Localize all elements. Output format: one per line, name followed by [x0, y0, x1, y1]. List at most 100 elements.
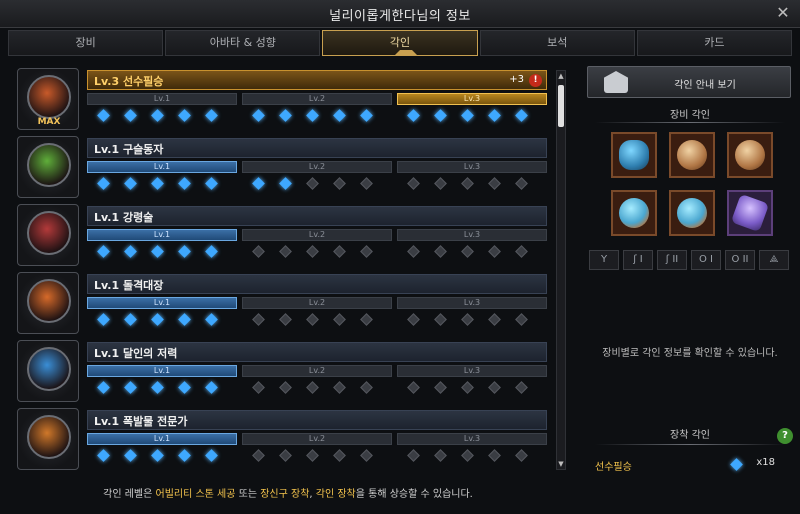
engraving-name-bar: Lv.1 강령술 [87, 206, 547, 226]
engraving-row[interactable]: Lv.1 돌격대장 Lv.1 Lv.2 Lv.3 [17, 272, 547, 334]
gem-icon [434, 313, 447, 326]
gem-icon [306, 245, 319, 258]
gem-row [87, 312, 547, 328]
gem-icon [279, 381, 292, 394]
gem-icon [434, 449, 447, 462]
max-label: MAX [37, 117, 61, 127]
engraving-row[interactable]: MAX Lv.3 선수필승 +3! Lv.1 Lv.2 Lv.3 [17, 68, 547, 130]
engraving-row[interactable]: Lv.1 구슬동자 Lv.1 Lv.2 Lv.3 [17, 136, 547, 198]
level-bars: Lv.1 Lv.2 Lv.3 [87, 365, 547, 377]
divider [595, 444, 785, 445]
gem-icon [279, 109, 292, 122]
level-segment: Lv.2 [242, 93, 392, 105]
gem-icon [124, 177, 137, 190]
close-icon[interactable]: ✕ [774, 4, 792, 22]
level-bars: Lv.1 Lv.2 Lv.3 [87, 297, 547, 309]
engraving-row[interactable]: Lv.1 달인의 저력 Lv.1 Lv.2 Lv.3 [17, 340, 547, 402]
title-bar: 널리이롭게한다님의 정보 ✕ [0, 0, 800, 28]
level-bars: Lv.1 Lv.2 Lv.3 [87, 433, 547, 445]
gem-icon [407, 109, 420, 122]
gem-row [87, 108, 547, 124]
level-segment: Lv.2 [242, 365, 392, 377]
gem-icon [205, 177, 218, 190]
gem-icon [252, 245, 265, 258]
gem-row [87, 244, 547, 260]
engraving-name-bar: Lv.1 구슬동자 [87, 138, 547, 158]
engraving-name: Lv.1 달인의 저력 [94, 347, 178, 360]
earring-2-slot[interactable] [727, 132, 773, 178]
gem-icon [333, 177, 346, 190]
scroll-down-icon[interactable]: ▼ [557, 459, 565, 469]
engraving-row[interactable]: Lv.1 강령술 Lv.1 Lv.2 Lv.3 [17, 204, 547, 266]
footer-highlight: 각인 장착 [315, 489, 356, 500]
earring-1-slot[interactable] [669, 132, 715, 178]
engraving-guide-button[interactable]: 각인 안내 보기 [587, 66, 791, 98]
ring-1-slot[interactable] [611, 190, 657, 236]
gem-icon [488, 313, 501, 326]
gem-icon [360, 449, 373, 462]
level-segment: Lv.1 [87, 297, 237, 309]
gem-icon [178, 245, 191, 258]
level-segment: Lv.2 [242, 433, 392, 445]
window-title: 널리이롭게한다님의 정보 [329, 9, 471, 24]
gem-icon [461, 381, 474, 394]
engraving-medal-icon [17, 272, 79, 334]
footer-highlight: 어빌리티 스톤 세공 [155, 489, 236, 500]
stone-mini-icon[interactable]: ⟁ [759, 250, 789, 270]
gem-icon [151, 381, 164, 394]
engraving-bonus: +3 [509, 74, 524, 85]
divider [595, 122, 785, 123]
gem-icon [333, 109, 346, 122]
ring-2-mini-icon[interactable]: O II [725, 250, 755, 270]
gem-icon [178, 313, 191, 326]
footer-highlight: 장신구 장착 [260, 489, 310, 500]
tab-engraving[interactable]: 각인 [322, 30, 478, 56]
level-segment: Lv.2 [242, 297, 392, 309]
gem-icon [515, 109, 528, 122]
gem-icon [333, 381, 346, 394]
gem-icon [360, 177, 373, 190]
engraving-emblem-icon [27, 279, 71, 323]
level-segment: Lv.2 [242, 229, 392, 241]
help-icon[interactable]: ? [777, 428, 793, 444]
necklace-slot[interactable] [611, 132, 657, 178]
equipment-info-text: 장비별로 각인 정보를 확인할 수 있습니다. [602, 348, 778, 359]
engraving-emblem-icon [27, 75, 71, 119]
engraving-medal-icon [17, 204, 79, 266]
alert-icon[interactable]: ! [529, 74, 542, 87]
list-scrollbar[interactable]: ▲ ▼ [556, 70, 566, 470]
level-bars: Lv.1 Lv.2 Lv.3 [87, 229, 547, 241]
tab-gems[interactable]: 보석 [479, 30, 635, 56]
gem-icon [488, 177, 501, 190]
engraving-emblem-icon [27, 143, 71, 187]
level-segment: Lv.2 [242, 161, 392, 173]
gem-icon [515, 177, 528, 190]
tab-avatar[interactable]: 아바타 & 성향 [165, 30, 321, 56]
necklace-mini-icon[interactable]: Y [589, 250, 619, 270]
gem-icon [407, 449, 420, 462]
ring-2-slot[interactable] [669, 190, 715, 236]
scroll-up-icon[interactable]: ▲ [557, 71, 565, 81]
gem-icon [151, 313, 164, 326]
level-segment: Lv.1 [87, 433, 237, 445]
gem-icon [97, 449, 110, 462]
tab-cards[interactable]: 카드 [636, 30, 793, 56]
tab-equipment[interactable]: 장비 [8, 30, 164, 56]
footer-text: 각인 레벨은 [103, 489, 156, 500]
gem-icon [434, 109, 447, 122]
earring-icon [677, 140, 707, 170]
equipped-engraving-title: 장착 각인 [670, 430, 710, 441]
earring-2-mini-icon[interactable]: ʃ II [657, 250, 687, 270]
engraving-name: Lv.1 돌격대장 [94, 279, 164, 292]
gem-icon [205, 449, 218, 462]
gem-icon [407, 381, 420, 394]
ring-1-mini-icon[interactable]: O I [691, 250, 721, 270]
gem-icon [97, 381, 110, 394]
ring-icon [677, 198, 707, 228]
earring-1-mini-icon[interactable]: ʃ I [623, 250, 653, 270]
engraving-row[interactable]: Lv.1 폭발물 전문가 Lv.1 Lv.2 Lv.3 [17, 408, 547, 470]
gem-icon [279, 177, 292, 190]
gem-icon [360, 381, 373, 394]
scroll-thumb[interactable] [558, 85, 564, 127]
ability-stone-slot[interactable] [727, 190, 773, 236]
